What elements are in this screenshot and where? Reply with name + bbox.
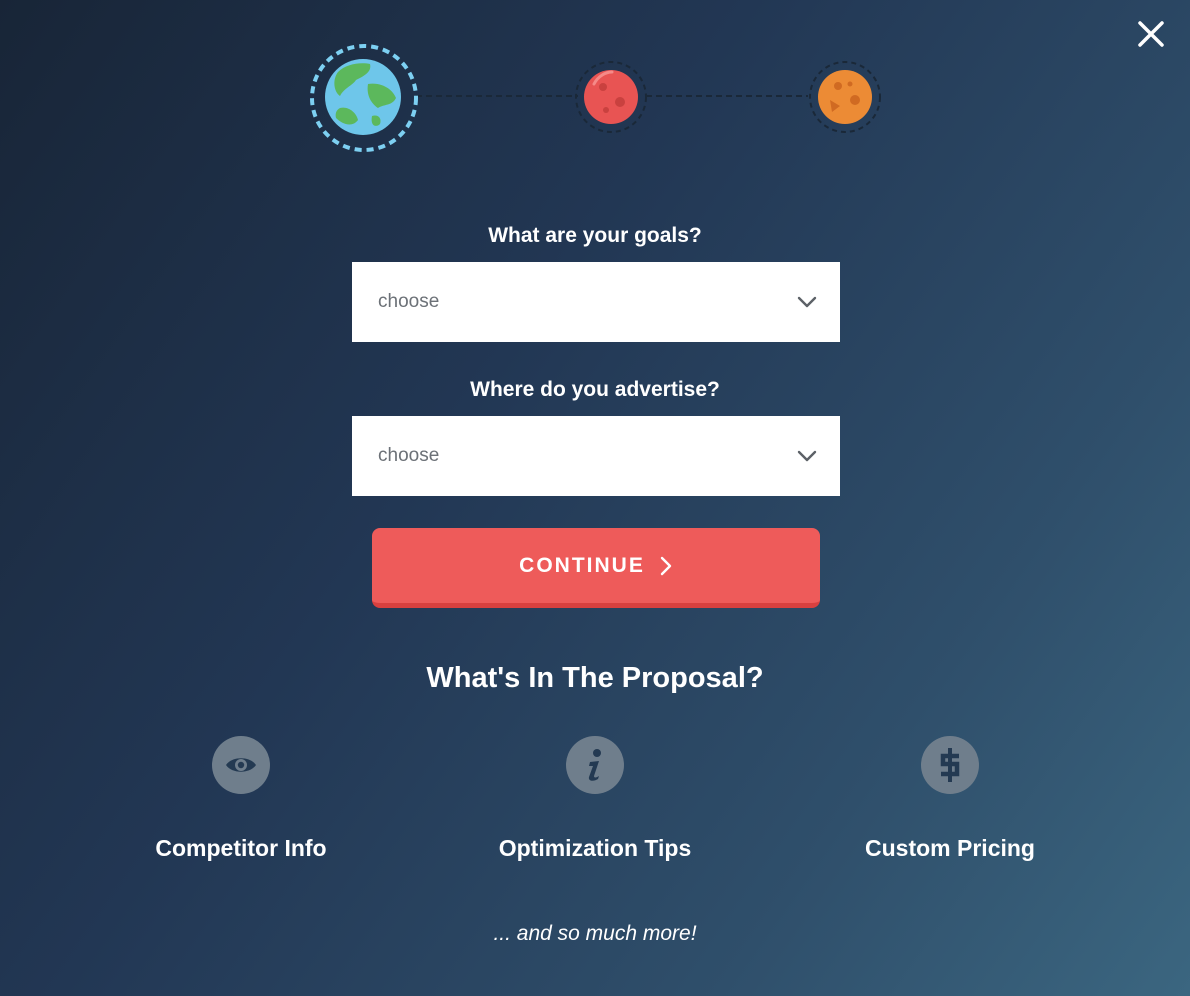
advertise-select[interactable]: choose	[352, 416, 840, 496]
step-orange-planet[interactable]	[809, 61, 881, 133]
goals-label: What are your goals?	[488, 224, 702, 247]
chevron-down-icon	[797, 296, 817, 308]
step-earth[interactable]	[310, 44, 418, 152]
chevron-down-icon	[797, 450, 817, 462]
feature-label: Competitor Info	[155, 835, 327, 861]
step-red-planet[interactable]	[575, 61, 647, 133]
continue-button-label: CONTINUE	[519, 553, 645, 577]
eye-icon	[212, 736, 270, 794]
progress-stepper	[310, 44, 881, 152]
advertise-label: Where do you advertise?	[470, 378, 720, 401]
feature-label: Custom Pricing	[865, 835, 1035, 861]
advertise-select-value: choose	[378, 445, 440, 466]
goals-select-value: choose	[378, 291, 440, 312]
proposal-title: What's In The Proposal?	[426, 662, 764, 694]
feature-competitor-info: Competitor Info	[61, 736, 421, 862]
dollar-icon	[921, 736, 979, 794]
feature-label: Optimization Tips	[498, 835, 692, 861]
more-text: ... and so much more!	[493, 922, 697, 945]
chevron-right-icon	[660, 556, 672, 575]
info-icon	[566, 736, 624, 794]
feature-optimization-tips: Optimization Tips	[415, 736, 775, 862]
continue-button[interactable]: CONTINUE	[372, 528, 820, 608]
goals-select[interactable]: choose	[352, 262, 840, 342]
feature-custom-pricing: Custom Pricing	[770, 736, 1130, 862]
